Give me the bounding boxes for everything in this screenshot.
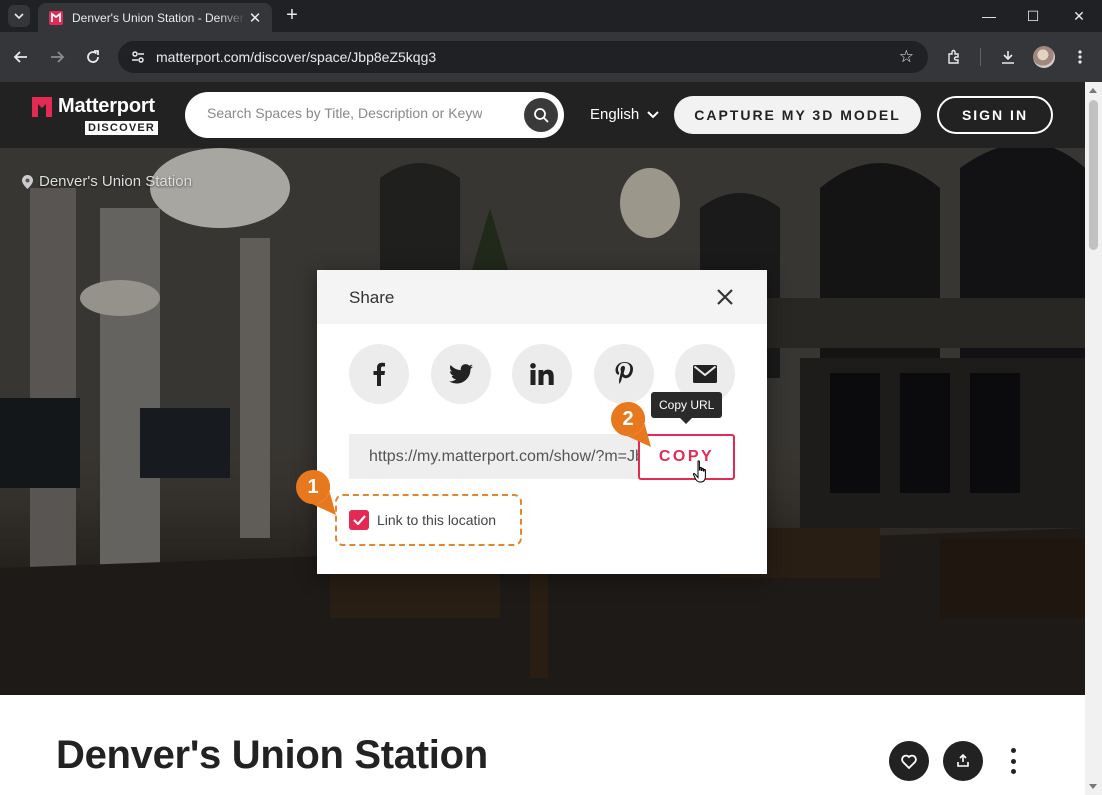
capture-model-button[interactable]: CAPTURE MY 3D MODEL <box>674 96 921 134</box>
bookmark-star-icon[interactable]: ☆ <box>899 47 914 67</box>
share-pinterest-button[interactable] <box>594 344 654 404</box>
logo-discover-label: DISCOVER <box>85 121 159 135</box>
scrollbar-thumb[interactable] <box>1089 100 1098 250</box>
search-icon <box>534 108 549 123</box>
forward-button[interactable] <box>44 44 70 70</box>
minimize-button[interactable]: — <box>966 0 1012 32</box>
heart-icon <box>901 754 917 769</box>
favorite-button[interactable] <box>889 741 929 781</box>
back-button[interactable] <box>8 44 34 70</box>
step-1-badge: 1 <box>296 470 336 515</box>
search-box <box>185 92 564 138</box>
share-button[interactable] <box>943 741 983 781</box>
link-location-checkbox[interactable] <box>349 510 369 530</box>
email-icon <box>693 365 717 383</box>
facebook-icon <box>373 362 385 386</box>
browser-tabstrip: Denver's Union Station - Denver ✕ + — ☐ … <box>0 0 1102 32</box>
hand-pointer-icon <box>693 460 706 483</box>
share-upload-icon <box>957 754 969 767</box>
link-location-label[interactable]: Link to this location <box>377 512 496 528</box>
search-input[interactable] <box>207 105 482 121</box>
search-button[interactable] <box>524 98 558 132</box>
close-icon[interactable] <box>715 287 735 307</box>
arrow-left-icon <box>13 51 27 63</box>
browser-menu-icon[interactable] <box>1068 45 1092 69</box>
page-scrollbar[interactable] <box>1085 82 1102 795</box>
download-icon[interactable] <box>996 45 1020 69</box>
more-options-button[interactable] <box>1004 748 1022 774</box>
browser-tab-active[interactable]: Denver's Union Station - Denver ✕ <box>38 3 272 32</box>
twitter-icon <box>449 364 473 384</box>
share-linkedin-button[interactable] <box>512 344 572 404</box>
chevron-down-icon <box>647 110 659 118</box>
reload-button[interactable] <box>80 44 106 70</box>
tab-close-icon[interactable]: ✕ <box>246 9 264 27</box>
step-1-number: 1 <box>307 475 319 498</box>
dot-icon <box>1010 758 1016 764</box>
chevron-down-icon <box>14 13 24 20</box>
copy-url-tooltip: Copy URL <box>651 392 723 424</box>
new-tab-button[interactable]: + <box>280 4 304 28</box>
profile-avatar[interactable] <box>1033 46 1055 68</box>
language-label: English <box>590 106 640 123</box>
site-header: Matterport DISCOVER English CAPTURE MY 3… <box>0 82 1085 148</box>
reload-icon <box>87 50 99 63</box>
url-text: matterport.com/discover/space/Jbp8eZ5kqg… <box>156 49 437 65</box>
site-info-icon[interactable] <box>130 49 146 65</box>
share-modal-title: Share <box>349 288 395 307</box>
language-selector[interactable]: English <box>590 106 659 123</box>
address-bar[interactable]: matterport.com/discover/space/Jbp8eZ5kqg… <box>118 41 928 73</box>
step-2-badge: 2 <box>611 402 651 447</box>
location-text: Denver's Union Station <box>39 173 192 190</box>
matterport-logo-icon[interactable] <box>30 95 54 119</box>
checkmark-icon <box>352 515 366 525</box>
location-pin-icon <box>22 174 33 189</box>
scroll-down-arrow-icon[interactable] <box>1089 784 1097 789</box>
maximize-button[interactable]: ☐ <box>1010 0 1056 32</box>
share-modal-header: Share <box>317 270 767 324</box>
share-url-field[interactable] <box>349 434 639 479</box>
pinterest-icon <box>615 362 633 384</box>
logo-text[interactable]: Matterport <box>58 95 155 118</box>
share-twitter-button[interactable] <box>431 344 491 404</box>
tab-search-button[interactable] <box>8 5 30 27</box>
dot-icon <box>1010 769 1016 774</box>
browser-toolbar: matterport.com/discover/space/Jbp8eZ5kqg… <box>0 32 1102 82</box>
share-modal: Share Copy URL COPY Link to this locatio… <box>317 270 767 574</box>
arrow-right-icon <box>51 51 65 63</box>
tab-title: Denver's Union Station - Denver <box>72 10 244 25</box>
extensions-icon[interactable] <box>942 45 966 69</box>
sign-in-button[interactable]: SIGN IN <box>937 96 1053 134</box>
step-2-number: 2 <box>622 407 634 430</box>
dot-icon <box>1010 748 1016 753</box>
toolbar-divider <box>980 48 981 66</box>
page-title: Denver's Union Station <box>56 733 488 777</box>
window-close-button[interactable]: ✕ <box>1056 0 1102 32</box>
scroll-up-arrow-icon[interactable] <box>1089 88 1097 93</box>
linkedin-icon <box>530 363 554 385</box>
location-label: Denver's Union Station <box>22 173 192 190</box>
share-facebook-button[interactable] <box>349 344 409 404</box>
matterport-favicon-icon <box>49 10 63 25</box>
